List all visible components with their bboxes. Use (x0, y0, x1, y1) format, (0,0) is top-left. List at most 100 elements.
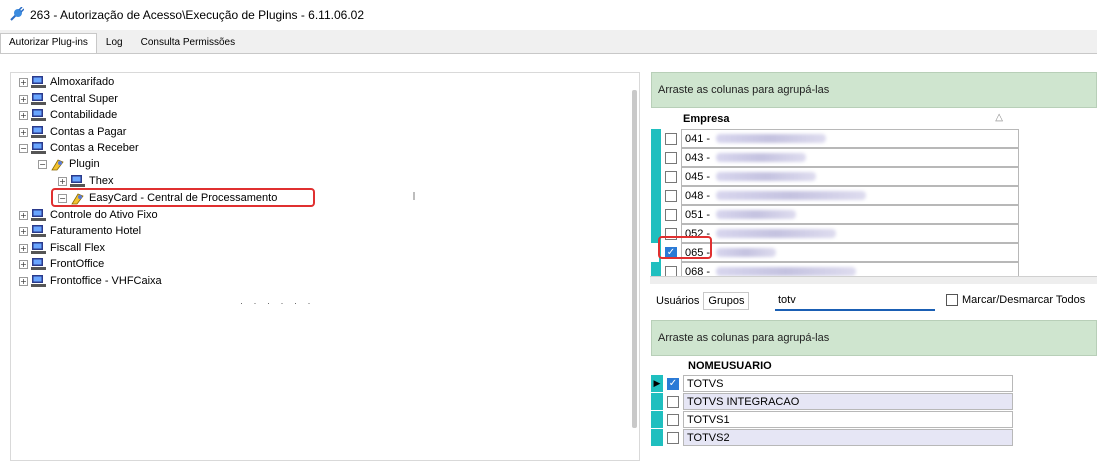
expand-icon[interactable]: + (19, 110, 28, 120)
redacted-name (716, 134, 827, 143)
panel-splitter[interactable] (650, 276, 1097, 284)
tree-item-label: Contabilidade (50, 109, 118, 121)
expand-icon[interactable]: + (19, 276, 28, 286)
tree-item-controle-ativo-fixo[interactable]: + Controle do Ativo Fixo (19, 207, 158, 223)
group-by-bar-users[interactable]: Arraste as colunas para agrupá-las (651, 320, 1097, 356)
window-title: 263 - Autorização de Acesso\Execução de … (30, 8, 364, 22)
redacted-name (716, 172, 817, 181)
computer-icon (31, 141, 46, 154)
row-indicator (651, 411, 663, 428)
tree-item-frontoffice[interactable]: + FrontOffice (19, 256, 104, 272)
user-row-selected[interactable]: ▶ ✓ TOTVS (651, 375, 1013, 392)
computer-icon (31, 224, 46, 237)
user-row[interactable]: TOTVS1 (651, 411, 1013, 428)
expand-icon[interactable]: + (19, 243, 28, 253)
empresa-cell: 045 - (681, 167, 1019, 186)
tree-item-frontoffice-vhfcaixa[interactable]: + Frontoffice - VHFCaixa (19, 273, 162, 289)
column-header-label: NOMEUSUARIO (688, 360, 772, 372)
redacted-name (716, 267, 857, 276)
redacted-name (716, 248, 777, 257)
computer-icon (31, 125, 46, 138)
expand-icon[interactable]: + (58, 176, 67, 186)
computer-icon (31, 274, 46, 287)
group-hint: Arraste as colunas para agrupá-las (658, 84, 830, 96)
highlight-box (51, 188, 315, 207)
tree-item-contas-a-receber[interactable]: − Contas a Receber (19, 140, 139, 156)
expand-icon[interactable]: + (19, 226, 28, 236)
empresa-row[interactable]: 045 - (651, 167, 1019, 186)
user-row[interactable]: TOTVS INTEGRACAO (651, 393, 1013, 410)
tree-item-almoxarifado[interactable]: + Almoxarifado (19, 74, 114, 90)
expand-icon[interactable]: + (19, 94, 28, 104)
tree-item-faturamento-hotel[interactable]: + Faturamento Hotel (19, 223, 141, 239)
computer-icon (31, 257, 46, 270)
empresa-cell: 043 - (681, 148, 1019, 167)
tree-item-contas-a-pagar[interactable]: + Contas a Pagar (19, 124, 126, 140)
row-indicator (651, 148, 661, 167)
tree-item-label: Contas a Pagar (50, 126, 127, 138)
expand-icon[interactable]: + (19, 210, 28, 220)
tree-item-label: Fiscall Flex (50, 242, 106, 254)
mark-all-toggle[interactable]: Marcar/Desmarcar Todos (946, 294, 1085, 306)
dotted-separator: · · · · · · (240, 298, 315, 308)
tab-log[interactable]: Log (97, 33, 132, 53)
empresa-row[interactable]: 041 - (651, 129, 1019, 148)
mark-all-label: Marcar/Desmarcar Todos (962, 294, 1086, 306)
empresa-code: 041 - (685, 132, 711, 145)
tab-grupos[interactable]: Grupos (703, 292, 750, 310)
user-cell: TOTVS1 (683, 411, 1013, 428)
row-checkbox[interactable] (665, 170, 677, 183)
group-by-bar[interactable]: Arraste as colunas para agrupá-las (651, 72, 1097, 108)
row-checkbox[interactable] (667, 413, 679, 426)
row-checkbox[interactable] (665, 132, 677, 145)
computer-icon (70, 174, 85, 187)
empresa-cell: 041 - (681, 129, 1019, 148)
row-checkbox-checked[interactable]: ✓ (667, 377, 679, 390)
tab-usuarios[interactable]: Usuários (652, 293, 703, 309)
expand-icon[interactable]: + (19, 77, 28, 87)
user-group-tabs: Usuários Grupos (652, 292, 750, 310)
tree-item-plugin[interactable]: − Plugin (38, 156, 100, 172)
empresa-row[interactable]: 043 - (651, 148, 1019, 167)
row-checkbox[interactable] (667, 431, 679, 444)
redacted-name (716, 229, 837, 238)
tab-consulta-permissoes[interactable]: Consulta Permissões (132, 33, 244, 53)
tree-scrollbar[interactable] (632, 90, 637, 428)
user-row[interactable]: TOTVS2 (651, 429, 1013, 446)
row-indicator (651, 429, 663, 446)
current-row-arrow-icon: ▶ (651, 375, 663, 392)
expand-icon[interactable]: + (19, 259, 28, 269)
tab-autorizar-plugins[interactable]: Autorizar Plug-ins (0, 33, 97, 53)
user-search-input[interactable] (775, 291, 935, 311)
empresa-code: 045 - (685, 170, 711, 183)
tree-item-label: Frontoffice - VHFCaixa (50, 275, 162, 287)
sort-icon[interactable]: △ (995, 112, 1003, 123)
user-cell: TOTVS INTEGRACAO (683, 393, 1013, 410)
title-bar: 263 - Autorização de Acesso\Execução de … (0, 0, 1097, 30)
collapse-icon[interactable]: − (19, 143, 28, 153)
nomeusuario-column-header[interactable]: NOMEUSUARIO (688, 358, 772, 374)
empresa-code: 051 - (685, 208, 711, 221)
tree-item-label: Almoxarifado (50, 76, 115, 88)
row-checkbox[interactable] (665, 189, 677, 202)
tree-item-fiscall-flex[interactable]: + Fiscall Flex (19, 240, 105, 256)
empresa-column-header[interactable]: Empresa △ (683, 110, 1019, 128)
tree-item-central-super[interactable]: + Central Super (19, 91, 118, 107)
tree-item-thex[interactable]: + Thex (58, 173, 113, 189)
row-checkbox[interactable] (665, 208, 677, 221)
tree-item-contabilidade[interactable]: + Contabilidade (19, 107, 117, 123)
redacted-name (716, 153, 807, 162)
computer-icon (31, 92, 46, 105)
tree-item-label: Contas a Receber (50, 142, 139, 154)
empresa-row[interactable]: 051 - (651, 205, 1019, 224)
computer-icon (31, 108, 46, 121)
computer-icon (31, 75, 46, 88)
mark-all-checkbox[interactable] (946, 294, 958, 306)
tree-item-label: Faturamento Hotel (50, 225, 142, 237)
expand-icon[interactable]: + (19, 127, 28, 137)
column-header-label: Empresa (683, 113, 730, 125)
collapse-icon[interactable]: − (38, 159, 47, 169)
row-checkbox[interactable] (665, 151, 677, 164)
empresa-row[interactable]: 048 - (651, 186, 1019, 205)
row-checkbox[interactable] (667, 395, 679, 408)
